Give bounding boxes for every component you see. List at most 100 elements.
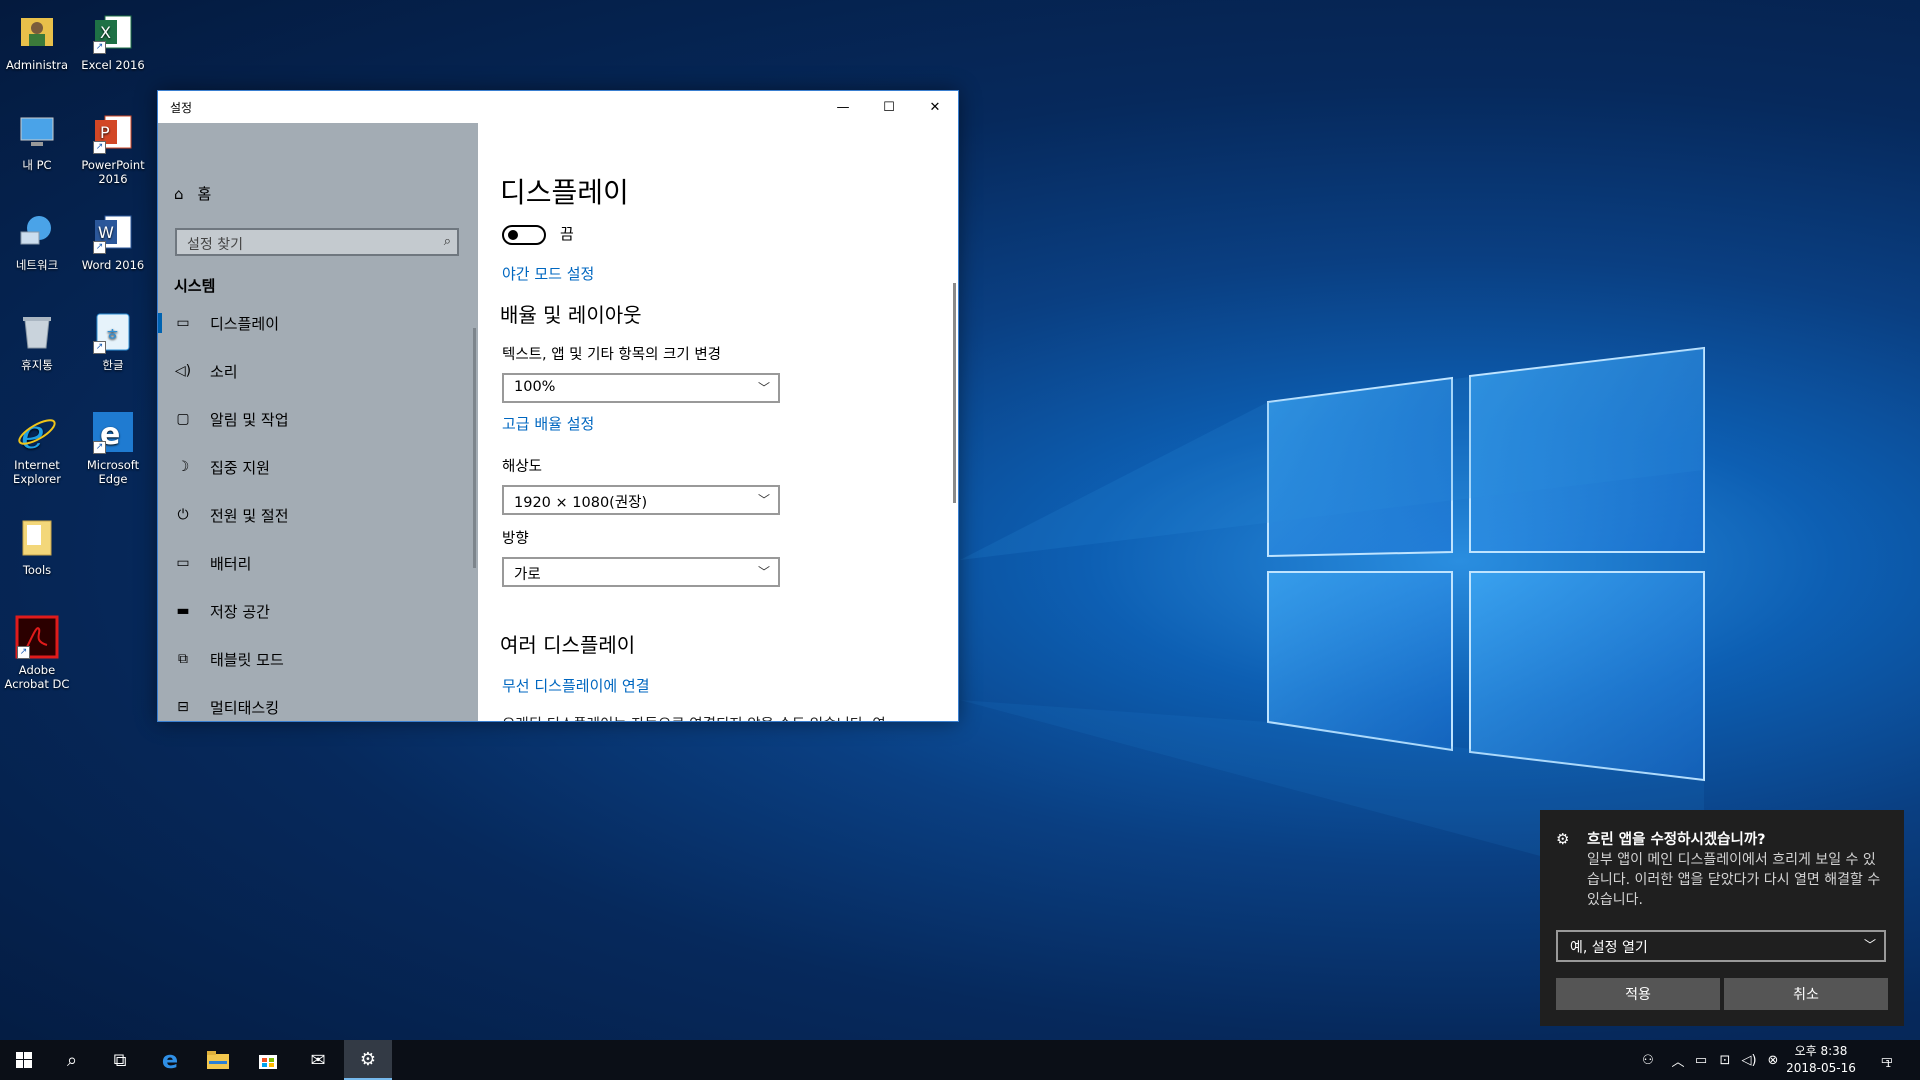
network-icon: ⊡ [1719,1052,1731,1068]
desktop-icon-edge[interactable]: e ↗ Microsoft Edge [77,410,149,486]
desktop-icon-administrator[interactable]: Administra [1,10,73,72]
display-settings-pane: 디스플레이 끔 야간 모드 설정 배율 및 레이아웃 텍스트, 앱 및 기타 항… [478,123,958,721]
sidebar-item-label: 태블릿 모드 [210,650,284,669]
desktop-icon-acrobat[interactable]: ↗ Adobe Acrobat DC [1,615,73,691]
chevron-down-icon: ﹀ [757,381,770,395]
sidebar-item-tablet-mode[interactable]: ⧉ 태블릿 모드 [158,639,478,679]
content-scrollbar[interactable] [953,283,956,503]
sidebar-item-multitasking[interactable]: ⊟ 멀티태스킹 [158,687,478,721]
battery-icon: ▭ [176,555,190,571]
desktop-icon-label: Adobe Acrobat DC [4,663,70,691]
minimize-icon: — [836,99,850,115]
gear-icon: ⚙ [359,1048,377,1070]
multiple-displays-heading: 여러 디스플레이 [500,633,636,657]
wireless-display-link[interactable]: 무선 디스플레이에 연결 [502,675,650,696]
sidebar-scrollbar[interactable] [473,328,476,568]
tablet-icon: ⧉ [178,651,188,667]
notification-select-value: 예, 설정 열기 [1570,940,1648,956]
word-icon: W ↗ [91,210,135,254]
action-center-button[interactable]: ▭ 1 [1866,1040,1906,1080]
cancel-label: 취소 [1793,987,1819,1003]
sidebar-item-focus-assist[interactable]: ☽ 집중 지원 [158,447,478,487]
minimize-button[interactable]: — [820,91,866,123]
people-button[interactable]: ⚇ [1636,1040,1660,1080]
toggle-knob [508,230,518,240]
chevron-down-icon: ﹀ [1863,938,1876,952]
search-icon[interactable]: ⌕ [444,234,451,249]
sidebar-item-label: 집중 지원 [210,458,270,477]
taskbar-file-explorer[interactable] [194,1040,242,1080]
desktop-icon-my-pc[interactable]: 내 PC [1,110,73,172]
desktop-icon-label: Administra [5,58,69,72]
svg-text:ㅎ: ㅎ [105,325,120,344]
close-button[interactable]: ✕ [912,91,958,123]
scale-label: 텍스트, 앱 및 기타 항목의 크기 변경 [502,347,722,363]
settings-window[interactable]: 설정 — ☐ ✕ ⌂ 홈 설정 찾기 ⌕ 시스템 ▭ 디스플레이 ◁) 소리 ▢ 알림… [157,90,959,722]
sidebar-item-battery[interactable]: ▭ 배터리 [158,543,478,583]
search-placeholder: 설정 찾기 [187,237,243,253]
sidebar-section-title: 시스템 [174,277,216,295]
settings-search-input[interactable]: 설정 찾기 ⌕ [175,228,459,256]
moon-icon: ☽ [176,459,190,475]
task-view-button[interactable]: ⧉ [96,1040,144,1080]
scale-value: 100% [514,379,556,395]
battery-tray[interactable]: ▭ [1690,1040,1712,1080]
monitor-icon: ▭ [176,315,190,331]
desktop-icon-powerpoint[interactable]: P ↗ PowerPoint 2016 [77,110,149,186]
taskbar-store[interactable] [244,1040,292,1080]
taskbar-mail[interactable]: ✉ [294,1040,342,1080]
sidebar-item-sound[interactable]: ◁) 소리 [158,351,478,391]
desktop-icon-label: 네트워크 [15,258,59,272]
title-bar[interactable]: 설정 — ☐ ✕ [158,91,958,123]
settings-sidebar: ⌂ 홈 설정 찾기 ⌕ 시스템 ▭ 디스플레이 ◁) 소리 ▢ 알림 및 작업 ☽ 집중… [158,123,478,721]
status-tray[interactable]: ⊗ [1762,1040,1784,1080]
taskbar: ⌕ ⧉ e ✉ ⚙ ⚇ ︿ ▭ ⊡ ◁) ⊗ 오후 8:38 2018-05-1… [0,1040,1920,1080]
orientation-dropdown[interactable]: 가로 ﹀ [502,557,780,587]
cancel-button[interactable]: 취소 [1724,978,1888,1010]
resolution-dropdown[interactable]: 1920 × 1080(권장) ﹀ [502,485,780,515]
sidebar-item-storage[interactable]: ▬ 저장 공간 [158,591,478,631]
notification-body: 일부 앱이 메인 디스플레이에서 흐리게 보일 수 있습니다. 이러한 앱을 닫… [1587,852,1881,908]
mail-icon: ✉ [310,1049,326,1071]
apply-button[interactable]: 적용 [1556,978,1720,1010]
night-light-settings-link[interactable]: 야간 모드 설정 [502,263,594,284]
maximize-button[interactable]: ☐ [866,91,912,123]
blurry-apps-notification: ⚙ 흐린 앱을 수정하시겠습니까? 일부 앱이 메인 디스플레이에서 흐리게 보… [1540,810,1904,1026]
taskbar-clock[interactable]: 오후 8:38 2018-05-16 [1786,1043,1856,1077]
notification-select[interactable]: 예, 설정 열기 ﹀ [1556,930,1886,962]
start-button[interactable] [0,1040,48,1080]
desktop-icon-label: Tools [22,563,52,577]
hangul-icon: ㅎ ↗ [91,310,135,354]
taskbar-settings[interactable]: ⚙ [344,1040,392,1080]
desktop-icon-hangul[interactable]: ㅎ ↗ 한글 [77,310,149,372]
notification-icon: ▢ [176,411,190,427]
excel-icon: X ↗ [91,10,135,54]
sidebar-item-display[interactable]: ▭ 디스플레이 [158,303,478,343]
volume-tray[interactable]: ◁) [1738,1040,1760,1080]
desktop-icon-excel[interactable]: X ↗ Excel 2016 [77,10,149,72]
network-tray[interactable]: ⊡ [1714,1040,1736,1080]
close-icon: ✕ [929,99,941,115]
search-button[interactable]: ⌕ [48,1040,96,1080]
taskbar-edge[interactable]: e [146,1040,194,1080]
sidebar-item-notifications[interactable]: ▢ 알림 및 작업 [158,399,478,439]
sidebar-item-label: 알림 및 작업 [210,410,289,429]
people-icon: ⚇ [1642,1052,1654,1068]
network-icon [15,210,59,254]
sidebar-item-power[interactable]: ⏻ 전원 및 절전 [158,495,478,535]
desktop-icon-network[interactable]: 네트워크 [1,210,73,272]
sidebar-home[interactable]: ⌂ 홈 [174,183,211,204]
sidebar-item-label: 디스플레이 [210,314,280,333]
task-view-icon: ⧉ [113,1049,127,1071]
scale-dropdown[interactable]: 100% ﹀ [502,373,780,403]
desktop-icon-recycle-bin[interactable]: 휴지통 [1,310,73,372]
desktop-icon-internet-explorer[interactable]: e Internet Explorer [1,410,73,486]
edge-icon: e ↗ [91,410,135,454]
advanced-scaling-link[interactable]: 고급 배율 설정 [502,413,594,434]
recycle-bin-icon [15,310,59,354]
night-light-toggle[interactable] [502,225,546,245]
night-light-state: 끔 [560,225,574,243]
show-hidden-icons[interactable]: ︿ [1668,1040,1688,1080]
desktop-icon-word[interactable]: W ↗ Word 2016 [77,210,149,272]
desktop-icon-tools[interactable]: Tools [1,515,73,577]
